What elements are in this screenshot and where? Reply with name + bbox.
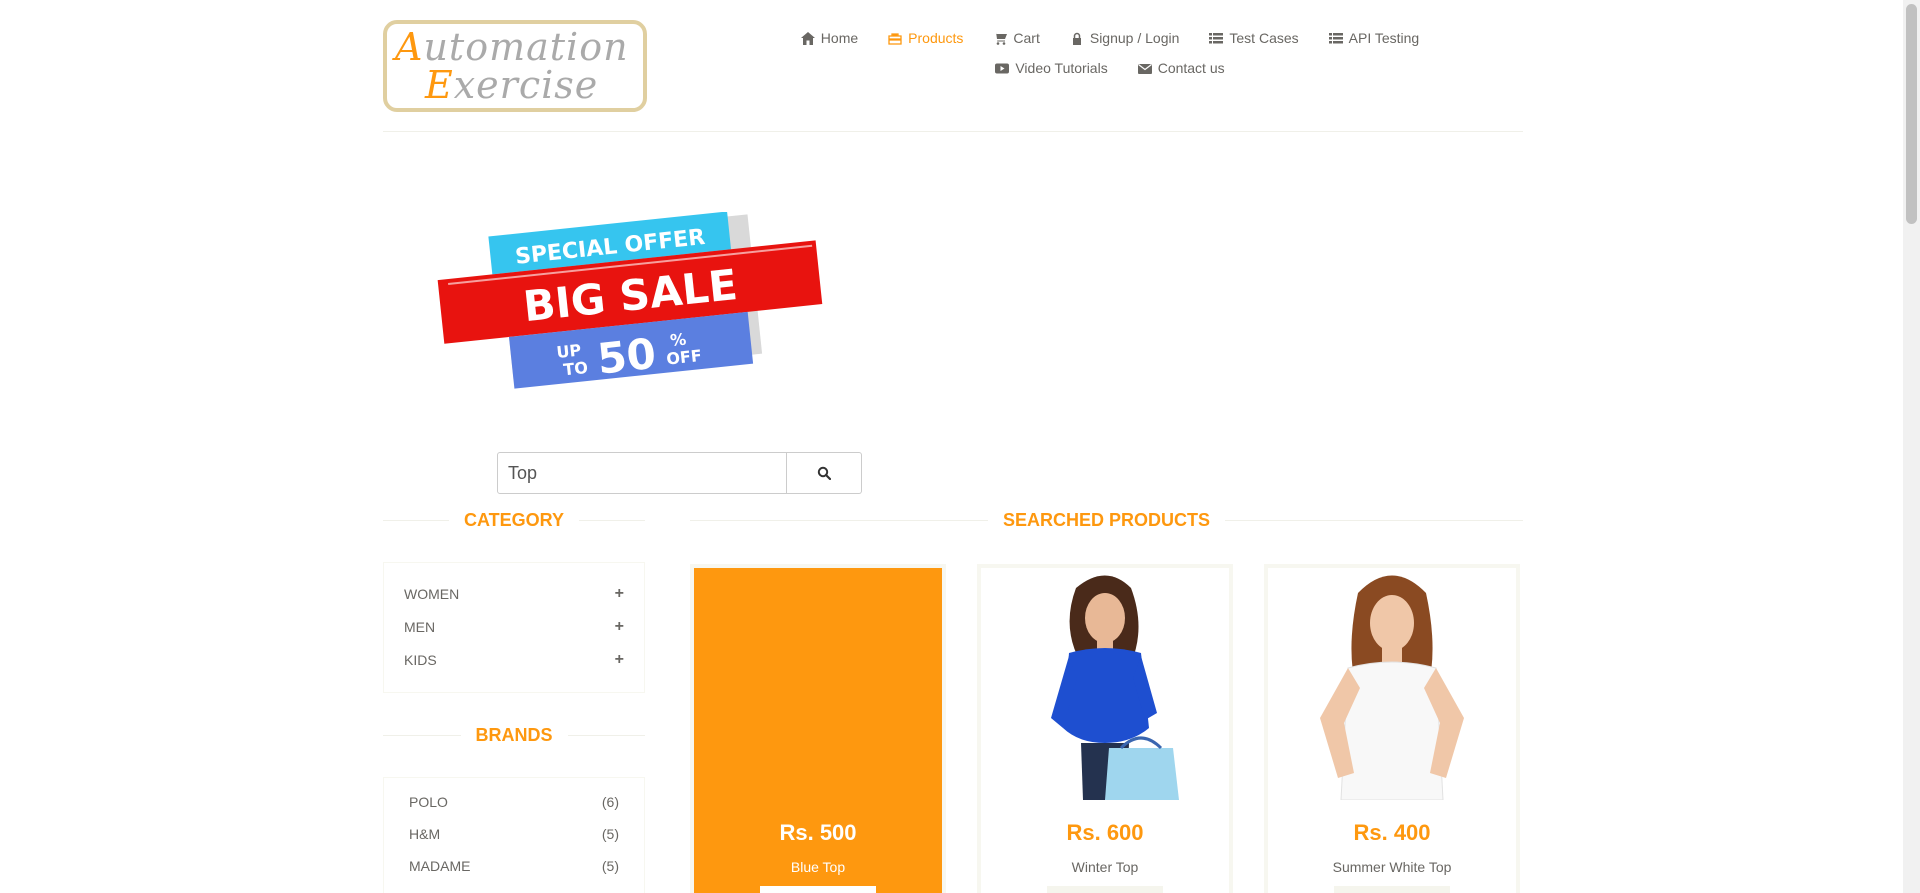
banner-off: OFF [665, 346, 702, 369]
category-panel: Women + Men + Kids + [383, 562, 645, 693]
product-card-winter-top[interactable]: Rs. 600 Winter Top [977, 564, 1233, 893]
nav-cart[interactable]: Cart [993, 28, 1040, 48]
woman-blue-top-image [981, 568, 1229, 800]
brand-count: (5) [601, 826, 619, 842]
searched-products-title: Searched Products [690, 510, 1523, 531]
nav-test-cases[interactable]: Test Cases [1209, 28, 1299, 48]
brands-title: Brands [383, 725, 646, 746]
category-title: Category [383, 510, 646, 531]
products-icon [888, 32, 902, 45]
woman-white-top-image [1268, 568, 1516, 800]
home-icon [800, 31, 815, 45]
add-to-cart-button[interactable] [760, 886, 876, 893]
product-card-blue-top[interactable]: Rs. 500 Blue Top [690, 564, 946, 893]
plus-icon[interactable]: + [615, 618, 624, 636]
search-icon [817, 466, 831, 480]
logo-letter: E [425, 63, 454, 107]
youtube-icon [995, 63, 1010, 73]
nav-signup-login[interactable]: Signup / Login [1070, 28, 1179, 48]
plus-icon[interactable]: + [615, 585, 624, 603]
add-to-cart-button[interactable] [1047, 886, 1163, 893]
brand-item-hm[interactable]: H&M (5) [384, 818, 644, 850]
list-icon [1328, 32, 1343, 43]
product-price: Rs. 500 [779, 820, 857, 845]
nav-contact-us[interactable]: Contact us [1137, 58, 1225, 78]
header-divider [383, 131, 1523, 132]
nav-api-testing[interactable]: API Testing [1328, 28, 1419, 48]
envelope-icon [1137, 63, 1152, 74]
category-item-women[interactable]: Women + [384, 577, 644, 610]
logo-text: xercise [453, 63, 599, 107]
site-logo[interactable]: Automation Exercise [383, 20, 647, 112]
product-search [497, 452, 862, 494]
page-scrollbar[interactable] [1903, 0, 1920, 893]
banner-to: TO [562, 358, 588, 379]
plus-icon[interactable]: + [615, 651, 624, 669]
product-image[interactable] [1268, 568, 1516, 800]
list-icon [1209, 32, 1224, 43]
brand-count: (5) [601, 858, 619, 874]
scrollbar-thumb[interactable] [1906, 4, 1917, 224]
brand-count: (6) [601, 794, 619, 810]
search-button[interactable] [787, 452, 862, 494]
search-input[interactable] [497, 452, 787, 494]
add-to-cart-button[interactable] [1334, 886, 1450, 893]
product-price: Rs. 600 [1066, 820, 1144, 845]
brands-panel: POLO (6) H&M (5) MADAME (5) [383, 777, 645, 893]
product-price: Rs. 400 [1353, 820, 1431, 845]
brand-item-madame[interactable]: MADAME (5) [384, 850, 644, 882]
brand-item-polo[interactable]: POLO (6) [384, 786, 644, 818]
product-image[interactable] [981, 568, 1229, 800]
nav-products[interactable]: Products [888, 28, 963, 48]
product-name: Winter Top [1071, 859, 1139, 875]
product-card-summer-white-top[interactable]: Rs. 400 Summer White Top [1264, 564, 1520, 893]
logo-letter: A [395, 25, 424, 69]
category-item-men[interactable]: Men + [384, 610, 644, 643]
banner-percent-value: 50 [595, 329, 658, 384]
special-offer-banner: SPECIAL OFFER BIG SALE UP TO 50 % OFF [437, 212, 823, 389]
nav-home[interactable]: Home [800, 28, 858, 48]
nav-video-tutorials[interactable]: Video Tutorials [995, 58, 1108, 78]
cart-icon [993, 31, 1008, 45]
lock-icon [1072, 32, 1081, 45]
category-item-kids[interactable]: Kids + [384, 643, 644, 676]
product-name: Blue Top [790, 859, 846, 875]
main-nav: Home Products Cart Signup / Login Test C… [780, 28, 1440, 78]
product-name: Summer White Top [1332, 859, 1452, 875]
